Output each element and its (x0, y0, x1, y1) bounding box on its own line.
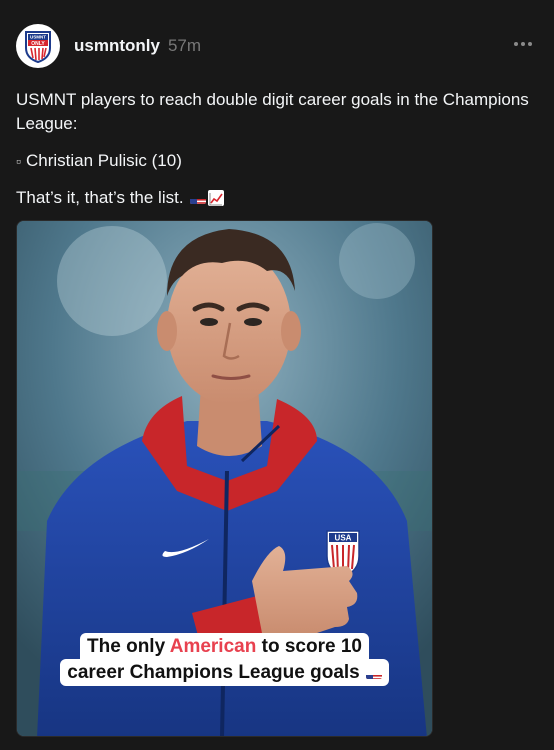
post-image[interactable]: USA The only American to score 10 career… (16, 220, 433, 737)
caption-line-2: career Champions League goals (60, 659, 389, 686)
usmnt-only-logo: USMNT ONLY (25, 31, 51, 64)
post-header: usmntonly 57m (74, 36, 201, 56)
avatar[interactable]: USMNT ONLY (16, 24, 60, 68)
avatar-text-2: ONLY (31, 41, 45, 47)
caption-highlight: American (169, 636, 257, 657)
caption-suffix: to score 10 (256, 636, 362, 657)
more-options-icon[interactable] (514, 38, 532, 50)
us-flag-emoji (189, 193, 206, 204)
image-caption: The only American to score 10 career Cha… (50, 633, 400, 686)
author-username[interactable]: usmntonly (74, 36, 160, 56)
post-closing-line: That’s it, that’s the list. (16, 186, 536, 210)
post-text-line: USMNT players to reach double digit care… (16, 90, 529, 133)
bullet-icon: ▫ (16, 153, 21, 169)
closing-text: That’s it, that’s the list. (16, 188, 184, 207)
bullet-item-text: Christian Pulisic (10) (25, 151, 182, 170)
caption-line-1: The only American to score 10 (80, 633, 369, 660)
us-flag-emoji (365, 668, 382, 679)
chart-increasing-emoji (207, 190, 224, 206)
caption-prefix: The only (87, 636, 170, 657)
shirt-badge-text: USA (335, 534, 352, 543)
caption-line-2-text: career Champions League goals (67, 662, 360, 683)
post-timestamp: 57m (167, 36, 202, 55)
thread-post: USMNT ONLY usmntonly 57m USMNT players t… (0, 0, 554, 750)
avatar-text-1: USMNT (30, 35, 46, 40)
post-bullet-item: ▫ Christian Pulisic (10) (16, 149, 536, 173)
